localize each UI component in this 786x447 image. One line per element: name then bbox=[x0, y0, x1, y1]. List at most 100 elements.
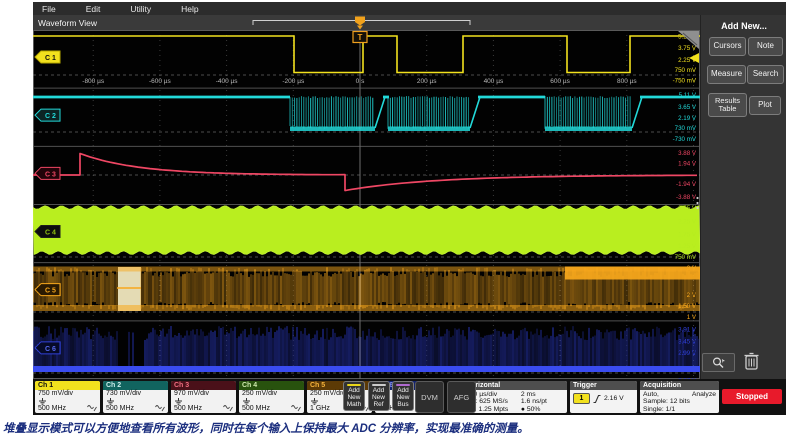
sidebar-button-cursors[interactable]: Cursors bbox=[709, 37, 746, 56]
delete-waveform-button[interactable] bbox=[741, 351, 763, 371]
bandwidth-icon bbox=[155, 405, 165, 412]
acquisition-overview-bar[interactable] bbox=[33, 15, 700, 30]
ch1-scale-label: 750 mV bbox=[675, 67, 697, 74]
ch1-scale-label: 3.75 V bbox=[678, 45, 697, 52]
svg-text:400 µs: 400 µs bbox=[484, 78, 504, 85]
right-sidebar: Add New... CursorsNoteMeasureSear bbox=[700, 15, 786, 379]
waveform-grid[interactable]: -800 µs-600 µs-400 µs-200 µs0 s200 µs400… bbox=[33, 30, 700, 379]
channel-card-2[interactable]: Ch 2 730 mV/div 500 MHz bbox=[103, 381, 168, 413]
add-new-ref-button[interactable]: AddNewRef bbox=[368, 381, 390, 411]
ch3-scale-label: 1.94 V bbox=[678, 160, 697, 167]
sidebar-button-note[interactable]: Note bbox=[748, 37, 783, 56]
run-stop-button[interactable]: Stopped bbox=[722, 389, 782, 404]
channel-vdiv: 250 mV/div bbox=[242, 390, 301, 398]
channel-bandwidth: 500 MHz bbox=[242, 405, 270, 413]
menu-item-file[interactable]: File bbox=[38, 4, 60, 14]
svg-text:200 µs: 200 µs bbox=[417, 78, 437, 85]
dvm-button[interactable]: DVM bbox=[415, 381, 444, 413]
trigger-source-badge: 1 bbox=[573, 393, 590, 404]
trash-icon bbox=[741, 351, 763, 371]
channel-card-4[interactable]: Ch 4 250 mV/div 500 MHz bbox=[239, 381, 304, 413]
trigger-panel[interactable]: Trigger 1 2.16 V bbox=[570, 381, 637, 413]
ch3-scale-label: 3.88 V bbox=[678, 150, 697, 157]
menu-item-help[interactable]: Help bbox=[177, 4, 202, 14]
svg-text:-800 µs: -800 µs bbox=[82, 78, 105, 85]
channel-bandwidth: 500 MHz bbox=[38, 405, 66, 413]
acquisition-panel[interactable]: Acquisition Auto, Analyze Sample: 12 bit… bbox=[640, 381, 719, 413]
acquisition-sample: Sample: 12 bits bbox=[643, 398, 716, 405]
svg-text:C 3: C 3 bbox=[45, 171, 56, 178]
ch2-scale-label: -730 mV bbox=[673, 136, 697, 143]
caption: 堆叠显示模式可以方便地查看所有波形，同时在每个输入上保持最大 ADC 分辨率，实… bbox=[3, 420, 783, 436]
bandwidth-icon bbox=[87, 405, 97, 412]
rising-edge-icon bbox=[593, 394, 601, 404]
sidebar-button-results-table[interactable]: ResultsTable bbox=[708, 93, 747, 117]
channel-card-name: Ch 1 bbox=[35, 381, 100, 390]
ch6-scale-label: 3.91 V bbox=[678, 327, 697, 334]
svg-text:C 5: C 5 bbox=[45, 288, 56, 295]
ch1-scale-label: -750 mV bbox=[673, 78, 697, 85]
zoom-mode-button[interactable] bbox=[702, 353, 735, 372]
ch4-scale-label: 1.25 V bbox=[678, 243, 697, 250]
trigger-title: Trigger bbox=[570, 381, 637, 390]
ch3-scale-label: -1.94 V bbox=[676, 181, 697, 188]
channel-card-name: Ch 4 bbox=[239, 381, 304, 390]
waveform-view-tabbar: Waveform View bbox=[33, 15, 700, 31]
ch6-scale-label: 2.99 V bbox=[678, 350, 697, 357]
ch2-badge[interactable]: C 2 bbox=[35, 109, 60, 121]
ch4-scale-label: 750 mV bbox=[675, 254, 697, 261]
menu-item-utility[interactable]: Utility bbox=[126, 4, 155, 14]
ch4-scale-label: 2.75 V bbox=[678, 205, 697, 212]
channel-bandwidth: 1 GHz bbox=[310, 405, 330, 413]
sidebar-button-plot[interactable]: Plot bbox=[749, 96, 781, 115]
waveform-plot: -800 µs-600 µs-400 µs-200 µs0 s200 µs400… bbox=[33, 30, 700, 379]
menu-bar: File Edit Utility Help bbox=[33, 2, 786, 16]
channel-card-1[interactable]: Ch 1 750 mV/div 500 MHz bbox=[35, 381, 100, 413]
ground-coupling-icon bbox=[106, 398, 115, 405]
channel-card-3[interactable]: Ch 3 970 mV/div 500 MHz bbox=[171, 381, 236, 413]
page: File Edit Utility Help Waveform View -800 µ… bbox=[0, 0, 786, 447]
ch3-badge[interactable]: C 3 bbox=[35, 167, 60, 179]
horizontal-title: Horizontal bbox=[463, 381, 567, 390]
svg-text:0 s: 0 s bbox=[356, 78, 365, 85]
bottom-settings-bar: Horizontal 200 µs/div2 msSR: 625 MS/s1.6… bbox=[33, 379, 786, 415]
ground-coupling-icon bbox=[38, 398, 47, 405]
ch5-scale-label: 3 V bbox=[687, 265, 697, 272]
ch1-badge[interactable]: C 1 bbox=[35, 51, 60, 63]
add-new-bus-button[interactable]: AddNewBus bbox=[392, 381, 414, 411]
slice-drag-handle[interactable] bbox=[696, 197, 698, 209]
acquisition-mode: Auto, bbox=[643, 391, 659, 398]
ch2-scale-label: 730 mV bbox=[675, 125, 697, 132]
trigger-position-flag[interactable] bbox=[355, 17, 365, 30]
sidebar-button-measure[interactable]: Measure bbox=[707, 65, 746, 84]
acquisition-single: Single: 1/1 bbox=[643, 406, 716, 413]
svg-text:C 6: C 6 bbox=[45, 346, 56, 353]
horizontal-panel[interactable]: Horizontal 200 µs/div2 msSR: 625 MS/s1.6… bbox=[463, 381, 567, 413]
svg-text:600 µs: 600 µs bbox=[550, 78, 570, 85]
ch4-badge[interactable]: C 4 bbox=[35, 226, 60, 238]
menu-item-edit[interactable]: Edit bbox=[82, 4, 105, 14]
acquisition-title: Acquisition bbox=[640, 381, 719, 390]
add-new-math-button[interactable]: AddNewMath bbox=[343, 381, 365, 411]
svg-text:C 4: C 4 bbox=[45, 230, 56, 237]
ch2-scale-label: 2.19 V bbox=[678, 115, 697, 122]
ch5-badge[interactable]: C 5 bbox=[35, 284, 60, 296]
svg-text:-600 µs: -600 µs bbox=[149, 78, 172, 85]
magnifier-icon bbox=[710, 356, 728, 369]
trigger-marker[interactable]: T bbox=[353, 32, 367, 43]
sidebar-button-search[interactable]: Search bbox=[747, 65, 784, 84]
ch4-scale-label: 2.25 V bbox=[678, 218, 697, 225]
ch6-badge[interactable]: C 6 bbox=[35, 342, 60, 354]
channel-vdiv: 730 mV/div bbox=[106, 390, 165, 398]
bandwidth-icon bbox=[291, 405, 301, 412]
ch6-scale-label: 3.45 V bbox=[678, 338, 697, 345]
svg-text:-400 µs: -400 µs bbox=[216, 78, 239, 85]
add-new-title: Add New... bbox=[701, 21, 786, 31]
channel-bandwidth: 500 MHz bbox=[106, 405, 134, 413]
svg-text:800 µs: 800 µs bbox=[617, 78, 637, 85]
horizontal-values: 200 µs/div2 msSR: 625 MS/s1.6 ns/ptRL: 1… bbox=[463, 390, 567, 413]
afg-button[interactable]: AFG bbox=[447, 381, 476, 413]
ch4-scale-label: 1.75 V bbox=[678, 231, 697, 238]
ground-coupling-icon bbox=[174, 398, 183, 405]
ch5-scale-label: 1 V bbox=[687, 314, 697, 321]
